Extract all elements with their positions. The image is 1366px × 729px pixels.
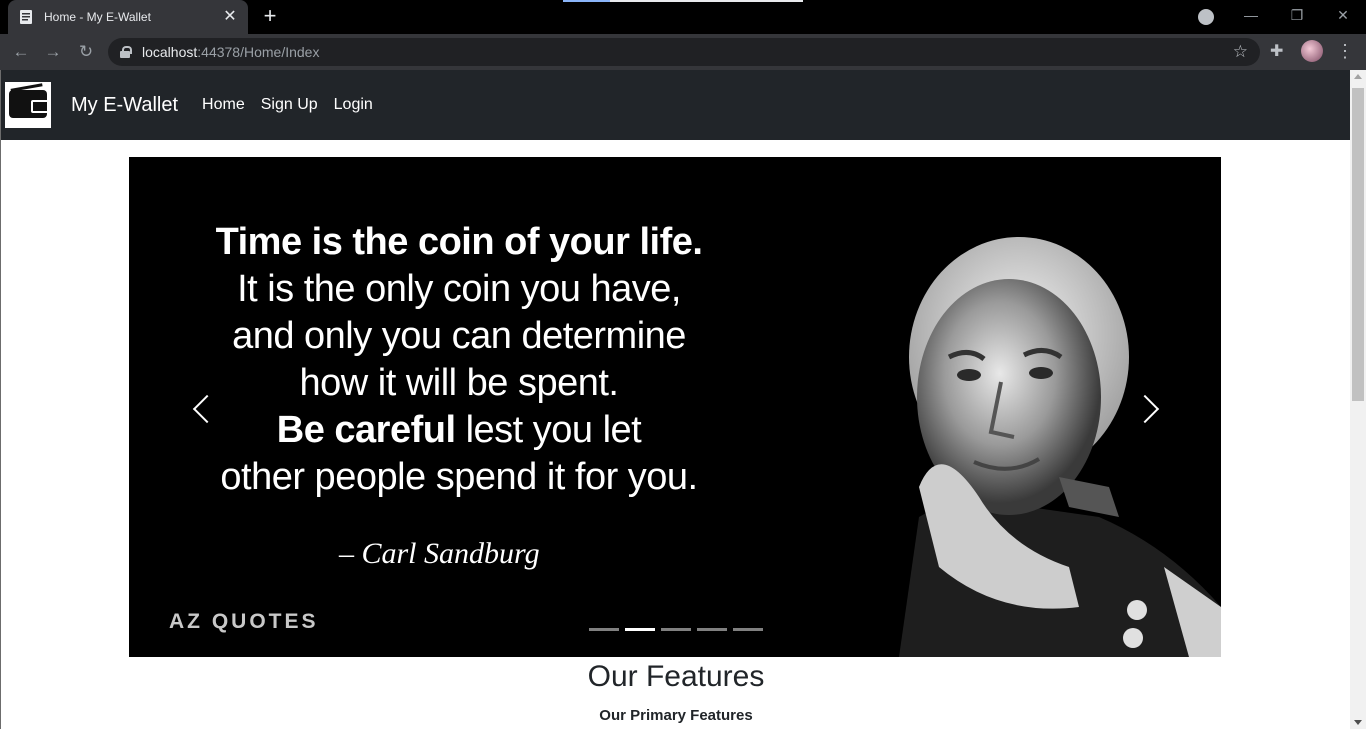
profile-avatar[interactable]: [1301, 40, 1323, 62]
carousel-indicator[interactable]: [697, 628, 727, 631]
tab-title: Home - My E-Wallet: [44, 10, 151, 24]
quote-line: Be careful lest you let: [189, 407, 729, 454]
browser-tab-strip: Home - My E-Wallet ✕ + — ❐ ✕: [0, 0, 1366, 34]
tab-search-icon[interactable]: [1198, 9, 1214, 25]
tab-strip-indicator-secondary: [610, 0, 803, 2]
close-window-icon[interactable]: ✕: [1328, 4, 1358, 26]
quote-line: Time is the coin of your life.: [215, 221, 703, 263]
browser-tab-active[interactable]: Home - My E-Wallet ✕: [8, 0, 248, 34]
brand-name[interactable]: My E-Wallet: [71, 94, 178, 117]
azquotes-watermark: AZ QUOTES: [169, 610, 319, 633]
nav-link-login[interactable]: Login: [334, 96, 373, 114]
quote-line: It is the only coin you have,: [237, 268, 681, 310]
bookmark-star-icon[interactable]: ☆: [1233, 42, 1248, 62]
carousel-indicator[interactable]: [733, 628, 763, 631]
quote-line: and only you can determine: [232, 315, 686, 357]
minimize-icon[interactable]: —: [1236, 4, 1266, 26]
address-bar[interactable]: localhost:44378/Home/Index ☆: [108, 38, 1260, 66]
nav-link-home[interactable]: Home: [202, 96, 245, 114]
extensions-icon[interactable]: ✚: [1270, 41, 1288, 60]
carousel-indicator[interactable]: [589, 628, 619, 631]
scrollbar-thumb[interactable]: [1352, 88, 1364, 401]
carousel-indicator[interactable]: [625, 628, 655, 631]
carousel-prev-icon[interactable]: [187, 389, 217, 429]
page-favicon-icon: [20, 10, 32, 24]
quote-line: other people spend it for you.: [220, 456, 698, 498]
quote-text: Time is the coin of your life. It is the…: [189, 219, 729, 501]
new-tab-icon[interactable]: +: [258, 5, 282, 29]
nav-link-sign-up[interactable]: Sign Up: [261, 96, 318, 114]
scroll-up-icon[interactable]: [1354, 74, 1362, 79]
quote-author: – Carl Sandburg: [339, 537, 540, 570]
forward-icon[interactable]: →: [42, 41, 64, 63]
restore-icon[interactable]: ❐: [1282, 4, 1312, 26]
quote-line: how it will be spent.: [299, 362, 620, 404]
browser-toolbar: ← → ↻ localhost:44378/Home/Index ☆: [0, 34, 1366, 70]
back-icon[interactable]: ←: [10, 41, 32, 63]
site-navbar: My E-Wallet Home Sign Up Login: [1, 70, 1350, 140]
browser-menu-icon[interactable]: ⋮: [1336, 40, 1354, 62]
carousel-indicator[interactable]: [661, 628, 691, 631]
url-host: localhost: [142, 44, 198, 60]
page-viewport: My E-Wallet Home Sign Up Login Time is t…: [0, 70, 1350, 729]
scroll-down-icon[interactable]: [1354, 720, 1362, 725]
url-path: :44378/Home/Index: [197, 44, 320, 60]
lock-icon[interactable]: [120, 46, 132, 58]
features-heading: Our Features: [587, 660, 765, 693]
page-scrollbar[interactable]: [1350, 70, 1366, 729]
quote-emphasis: Be careful: [276, 409, 456, 451]
carousel-next-icon[interactable]: [1133, 389, 1163, 429]
features-subheading: Our Primary Features: [599, 707, 753, 724]
quote-line-rest: lest you let: [455, 409, 642, 451]
close-tab-icon[interactable]: ✕: [222, 9, 238, 25]
reload-icon[interactable]: ↻: [75, 41, 97, 63]
wallet-logo-icon[interactable]: [5, 82, 51, 128]
quote-carousel: Time is the coin of your life. It is the…: [129, 157, 1221, 657]
carousel-indicators: [589, 628, 763, 631]
